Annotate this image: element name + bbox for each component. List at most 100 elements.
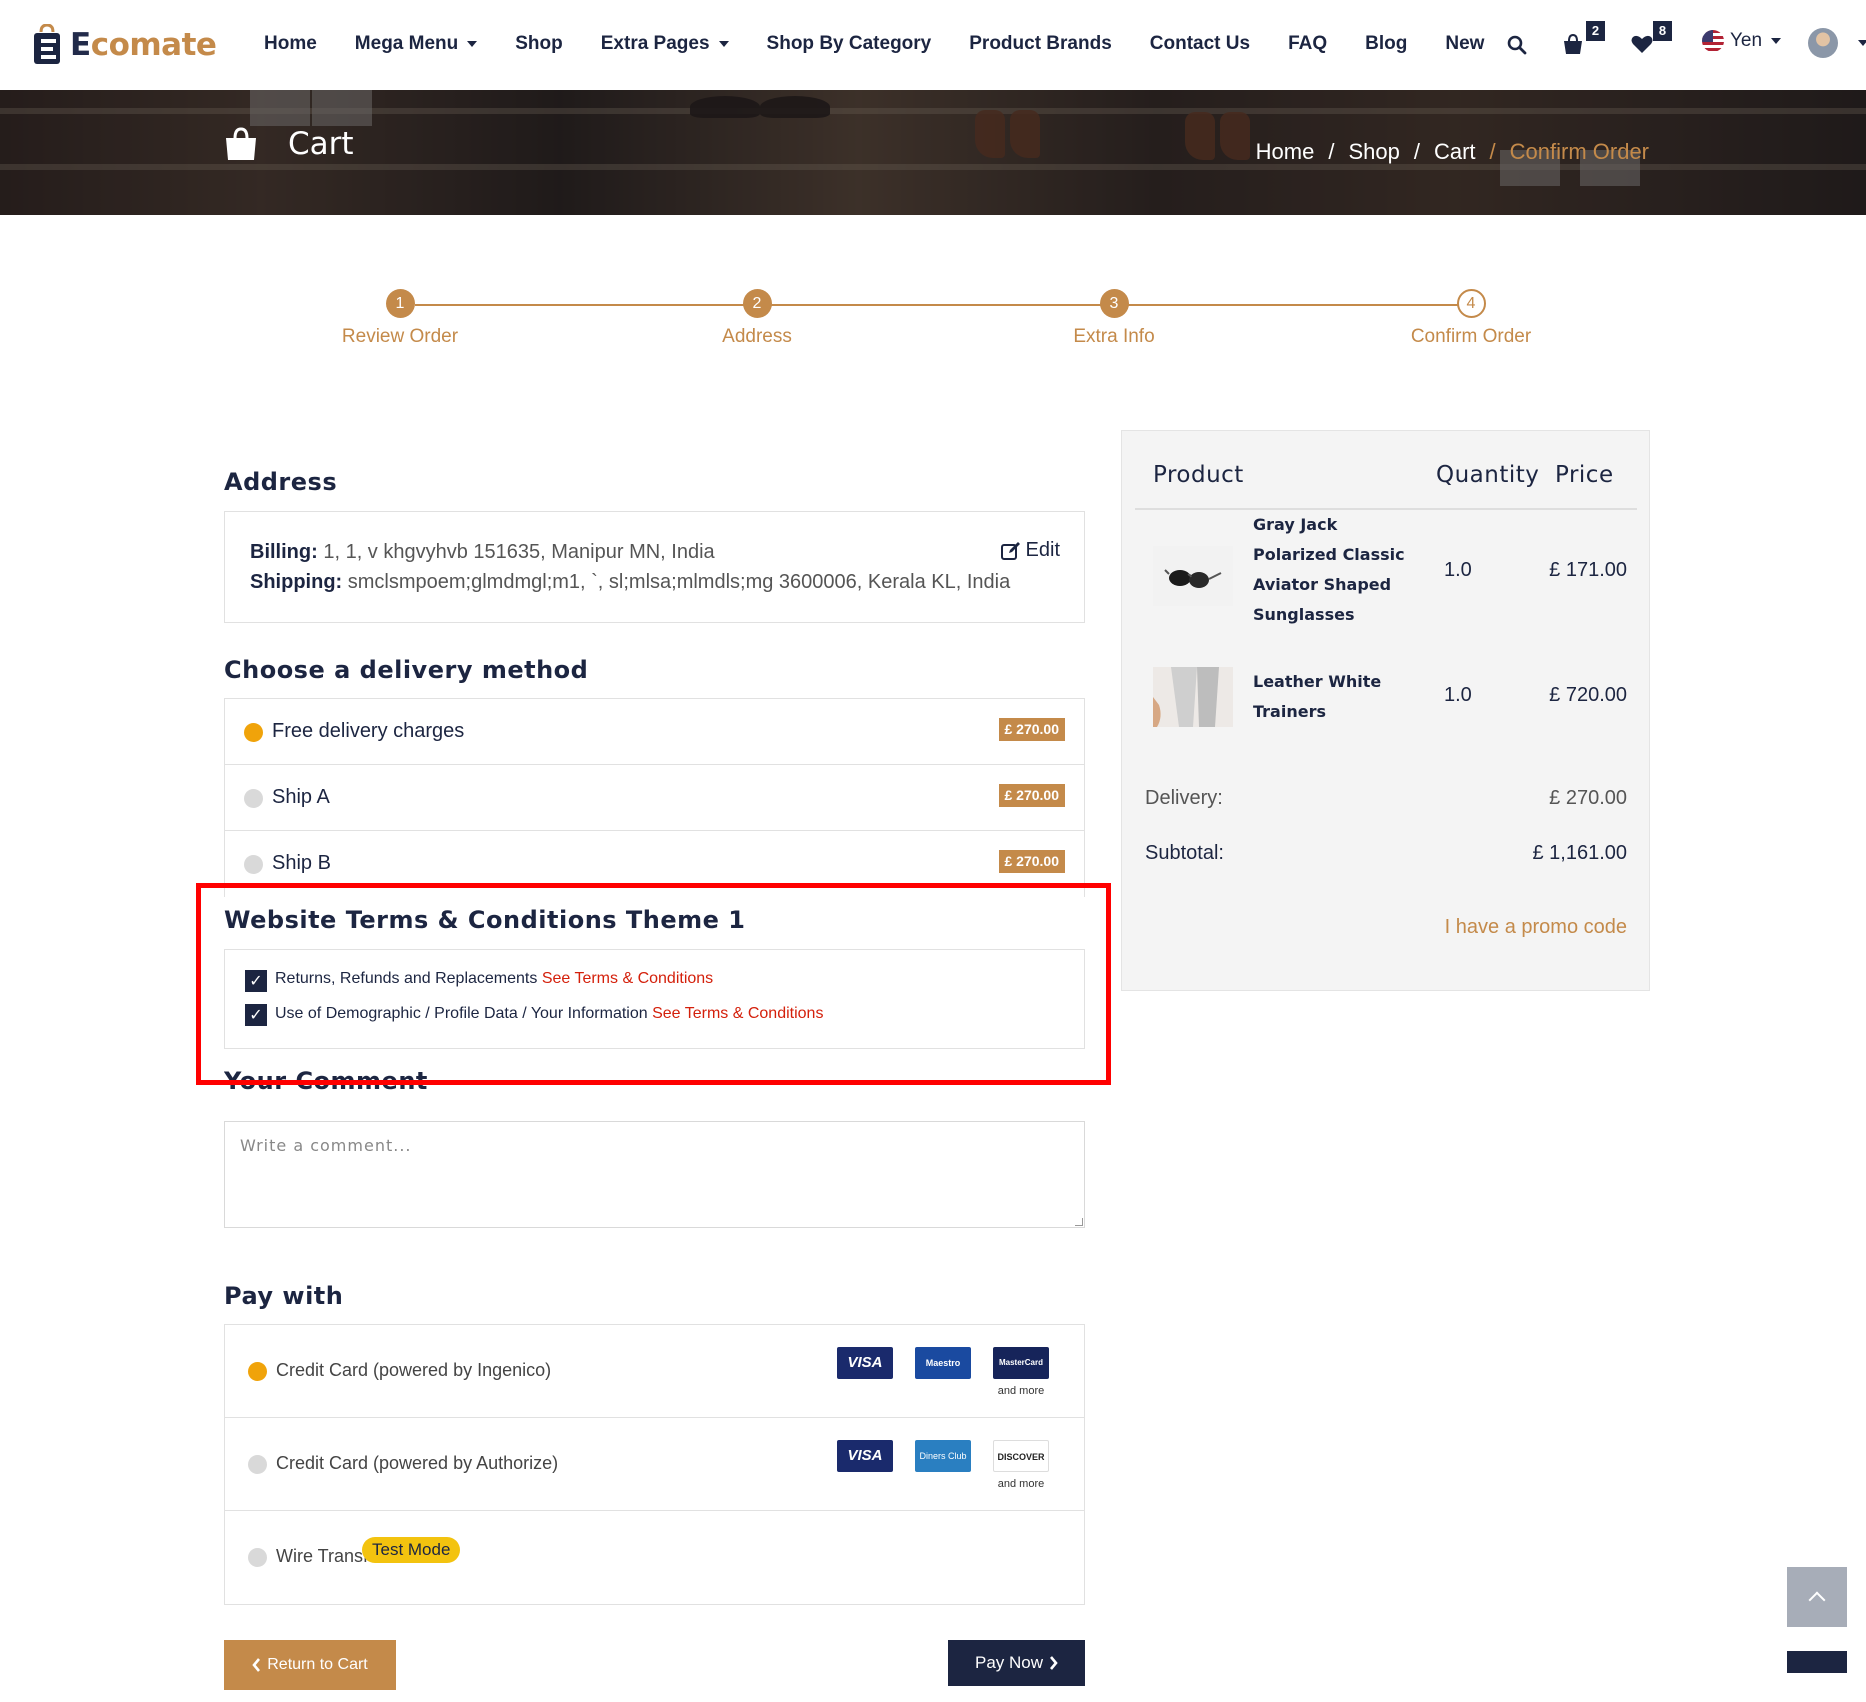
- diners-club-card-icon: Diners Club: [915, 1440, 971, 1472]
- radio-unselected[interactable]: [244, 789, 263, 808]
- billing-address: 1, 1, v khgvyhvb 151635, Manipur MN, Ind…: [323, 541, 715, 563]
- caret-down-icon: [718, 41, 729, 47]
- nav-faq[interactable]: FAQ: [1288, 33, 1327, 55]
- wishlist-button[interactable]: [1631, 34, 1655, 56]
- breadcrumb: Home / Shop / Cart / Confirm Order: [1255, 139, 1649, 165]
- delivery-price: £ 270.00: [998, 718, 1065, 741]
- stepper-line: [415, 304, 1460, 306]
- caret-down-icon: [467, 41, 478, 47]
- resize-handle-icon[interactable]: [1075, 1218, 1083, 1226]
- nav-new[interactable]: New: [1445, 33, 1484, 55]
- maestro-card-icon: Maestro: [915, 1347, 971, 1379]
- payment-option-authorize[interactable]: Credit Card (powered by Authorize) VISA …: [225, 1418, 1084, 1511]
- product-qty: 1.0: [1444, 559, 1472, 581]
- breadcrumb-shop[interactable]: Shop: [1348, 139, 1399, 165]
- summary-col-product: Product: [1153, 462, 1244, 488]
- order-summary: Product Quantity Price Gray Jack Polariz…: [1121, 430, 1650, 991]
- chevron-right-icon: [1050, 1656, 1058, 1670]
- caret-down-icon[interactable]: [1858, 40, 1866, 46]
- scroll-to-top-button[interactable]: [1787, 1567, 1847, 1627]
- radio-unselected[interactable]: [248, 1548, 267, 1567]
- step-address[interactable]: 2 Address: [657, 289, 857, 348]
- delivery-heading: Choose a delivery method: [224, 656, 589, 684]
- delivery-option-ship-a[interactable]: Ship A £ 270.00: [225, 765, 1084, 831]
- delivery-price: £ 270.00: [998, 784, 1065, 807]
- cart-button[interactable]: [1562, 33, 1586, 57]
- checkout-stepper: 1 Review Order 2 Address 3 Extra Info 4 …: [342, 289, 1531, 369]
- step-confirm-order[interactable]: 4 Confirm Order: [1371, 289, 1571, 348]
- product-image-sunglasses[interactable]: [1153, 546, 1233, 606]
- subtotal-value: £ 1,161.00: [1532, 842, 1627, 864]
- billing-line: Billing: 1, 1, v khgvyhvb 151635, Manipu…: [250, 541, 715, 563]
- product-price: £ 720.00: [1549, 684, 1627, 706]
- subtotal-label: Subtotal:: [1145, 842, 1224, 864]
- product-name[interactable]: Gray Jack Polarized Classic Aviator Shap…: [1253, 510, 1423, 630]
- return-to-cart-button[interactable]: Return to Cart: [224, 1640, 396, 1690]
- nav-product-brands[interactable]: Product Brands: [969, 33, 1112, 55]
- test-mode-badge: Test Mode: [362, 1537, 461, 1563]
- highlight-frame: [196, 883, 1111, 1085]
- product-name[interactable]: Leather White Trainers: [1253, 667, 1423, 727]
- nav-shop[interactable]: Shop: [515, 33, 563, 55]
- pay-now-button[interactable]: Pay Now: [948, 1640, 1085, 1686]
- visa-card-icon: VISA: [837, 1347, 893, 1379]
- flag-icon: [1702, 30, 1724, 52]
- address-heading: Address: [224, 468, 338, 496]
- search-icon[interactable]: [1507, 35, 1527, 55]
- step-extra-info[interactable]: 3 Extra Info: [1014, 289, 1214, 348]
- caret-down-icon: [1771, 38, 1782, 44]
- product-image-trainers[interactable]: [1153, 667, 1233, 727]
- radio-selected[interactable]: [248, 1362, 267, 1381]
- visa-card-icon: VISA: [837, 1440, 893, 1472]
- main-nav: Home Mega Menu Shop Extra Pages Shop By …: [264, 30, 1522, 58]
- nav-blog[interactable]: Blog: [1365, 33, 1407, 55]
- promo-code-link[interactable]: I have a promo code: [1445, 916, 1627, 939]
- breadcrumb-home[interactable]: Home: [1256, 139, 1315, 165]
- radio-unselected[interactable]: [248, 1455, 267, 1474]
- nav-contact-us[interactable]: Contact Us: [1150, 33, 1250, 55]
- comment-textarea[interactable]: [224, 1121, 1085, 1228]
- chevron-up-icon: [1808, 1591, 1826, 1609]
- radio-unselected[interactable]: [244, 855, 263, 874]
- avatar[interactable]: [1808, 28, 1838, 58]
- floating-tab[interactable]: [1787, 1651, 1847, 1673]
- delivery-total-value: £ 270.00: [1549, 787, 1627, 809]
- payment-heading: Pay with: [224, 1282, 344, 1310]
- mastercard-icon: MasterCard: [993, 1347, 1049, 1379]
- payment-methods: Credit Card (powered by Ingenico) VISA M…: [224, 1324, 1085, 1605]
- shopping-bag-icon: [226, 127, 256, 160]
- cart-count-badge: 2: [1586, 21, 1605, 41]
- breadcrumb-current: Confirm Order: [1509, 139, 1649, 164]
- product-qty: 1.0: [1444, 684, 1472, 706]
- nav-shop-by-category[interactable]: Shop By Category: [767, 33, 932, 55]
- summary-col-price: Price: [1555, 462, 1614, 488]
- logo-text: Ecomate: [70, 27, 217, 63]
- trainers-image: [1153, 667, 1233, 727]
- nav-extra-pages[interactable]: Extra Pages: [601, 33, 729, 55]
- edit-icon: [1000, 542, 1020, 560]
- currency-selector[interactable]: Yen: [1702, 30, 1782, 52]
- sunglasses-image: [1153, 546, 1233, 606]
- cart-icon: [1564, 33, 1582, 54]
- chevron-left-icon: [252, 1658, 261, 1672]
- discover-card-icon: DISCOVER: [993, 1440, 1049, 1472]
- logo[interactable]: Ecomate: [32, 22, 217, 68]
- delivery-price: £ 270.00: [998, 850, 1065, 873]
- shipping-address: smclsmpoem;glmdmgl;m1, `, sl;mlsa;mlmdls…: [347, 571, 1011, 593]
- radio-selected[interactable]: [244, 723, 263, 742]
- heart-icon: [1631, 35, 1653, 53]
- step-review-order[interactable]: 1 Review Order: [300, 289, 500, 348]
- delivery-option-free[interactable]: Free delivery charges £ 270.00: [225, 699, 1084, 765]
- product-price: £ 171.00: [1549, 559, 1627, 581]
- address-panel: Billing: 1, 1, v khgvyhvb 151635, Manipu…: [224, 511, 1085, 623]
- edit-address-button[interactable]: Edit: [1000, 539, 1060, 562]
- nav-home[interactable]: Home: [264, 33, 317, 55]
- logo-bag-icon: [34, 24, 60, 64]
- payment-option-ingenico[interactable]: Credit Card (powered by Ingenico) VISA M…: [225, 1325, 1084, 1418]
- payment-option-wire[interactable]: Wire Transfer Test Mode: [225, 1511, 1084, 1606]
- nav-mega-menu[interactable]: Mega Menu: [355, 33, 478, 55]
- wishlist-count-badge: 8: [1653, 21, 1672, 41]
- breadcrumb-cart[interactable]: Cart: [1434, 139, 1476, 165]
- shipping-line: Shipping: smclsmpoem;glmdmgl;m1, `, sl;m…: [250, 571, 1011, 593]
- page-title: Cart: [224, 126, 354, 162]
